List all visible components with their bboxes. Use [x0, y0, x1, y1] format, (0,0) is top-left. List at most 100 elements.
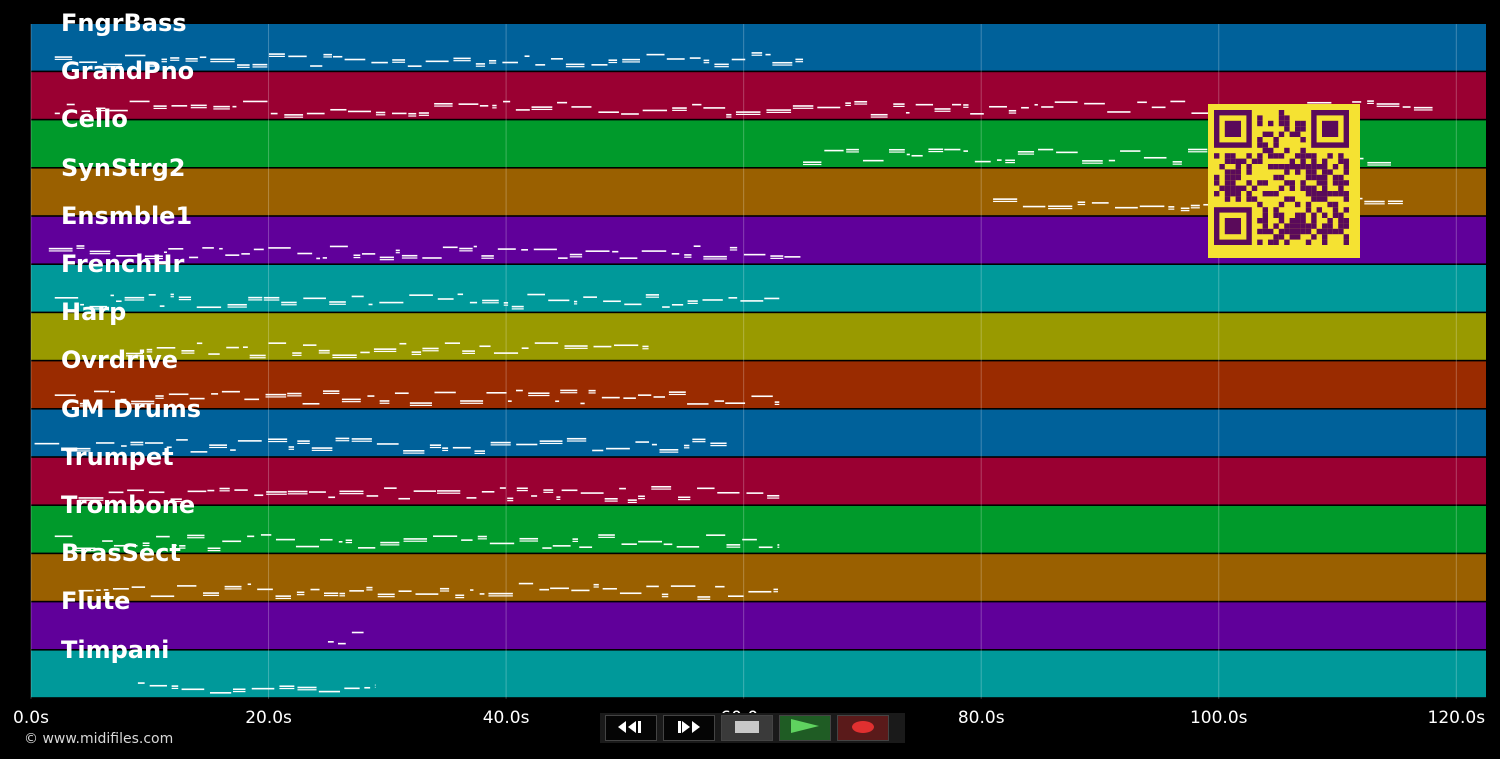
note-mark	[318, 690, 341, 693]
qr-module	[1214, 180, 1220, 186]
note-mark	[129, 100, 150, 103]
qr-module	[1338, 185, 1344, 191]
qr-module	[1284, 196, 1290, 202]
record-icon	[850, 719, 876, 738]
note-mark	[592, 449, 604, 452]
note-mark	[110, 294, 114, 297]
note-mark	[566, 437, 587, 440]
note-mark	[413, 490, 436, 492]
note-mark	[651, 485, 672, 488]
note-mark	[676, 546, 700, 548]
note-mark	[199, 56, 207, 59]
qr-module	[1332, 174, 1339, 181]
qr-module	[1338, 212, 1344, 218]
qr-module	[1295, 201, 1301, 208]
note-mark	[1017, 153, 1035, 155]
qr-module	[1322, 212, 1328, 218]
note-mark	[403, 450, 425, 452]
note-mark	[795, 61, 804, 63]
note-mark	[488, 595, 513, 597]
note-mark	[693, 245, 701, 247]
note-mark	[322, 257, 327, 259]
play-button[interactable]	[779, 715, 831, 741]
note-mark	[460, 400, 484, 402]
note-mark	[1082, 160, 1103, 162]
note-mark	[475, 65, 486, 67]
note-mark	[845, 104, 851, 107]
note-mark	[377, 596, 395, 598]
qr-module	[1289, 218, 1295, 224]
track-name-label: GrandPno	[61, 57, 195, 86]
qr-module	[1322, 234, 1328, 240]
note-mark	[156, 535, 170, 538]
note-mark	[345, 541, 353, 544]
note-mark	[974, 160, 991, 163]
fast-forward-button[interactable]	[663, 715, 715, 741]
stop-button[interactable]	[721, 715, 773, 741]
qr-module	[1257, 120, 1263, 127]
note-mark	[558, 257, 568, 259]
note-mark	[249, 354, 266, 357]
note-mark	[521, 347, 529, 349]
qr-module	[1230, 180, 1236, 186]
note-mark	[627, 501, 637, 504]
qr-module	[1262, 147, 1268, 154]
rewind-button[interactable]	[605, 715, 657, 741]
note-mark	[187, 537, 205, 539]
qr-module	[1289, 223, 1295, 229]
time-tick-label: 100.0s	[1189, 708, 1248, 728]
note-mark	[323, 56, 332, 58]
note-mark	[433, 535, 458, 538]
qr-module	[1214, 191, 1220, 197]
note-mark	[710, 445, 727, 447]
note-mark	[1352, 101, 1362, 103]
note-mark	[202, 247, 214, 249]
note-mark	[1137, 101, 1147, 104]
qr-module	[1219, 164, 1225, 170]
qr-module	[1327, 169, 1333, 175]
note-mark	[671, 303, 684, 306]
note-mark	[1190, 207, 1200, 209]
note-mark	[672, 109, 687, 111]
note-mark	[54, 535, 73, 538]
note-mark	[434, 105, 453, 107]
note-mark	[996, 159, 1002, 161]
qr-module	[1327, 218, 1333, 224]
qr-module	[1235, 169, 1241, 175]
note-mark	[588, 389, 596, 392]
note-mark	[518, 582, 534, 585]
note-mark	[627, 499, 637, 501]
note-mark	[248, 299, 263, 301]
note-mark	[572, 538, 579, 540]
note-mark	[585, 250, 610, 252]
qr-module	[1273, 207, 1279, 213]
note-mark	[542, 547, 552, 549]
note-mark	[252, 63, 268, 66]
note-mark	[683, 447, 690, 449]
qr-module	[1343, 169, 1349, 175]
note-mark	[124, 296, 145, 299]
copyright-text: © www.midifiles.com	[24, 731, 174, 747]
qr-module	[1327, 228, 1333, 235]
note-mark	[573, 303, 578, 305]
note-mark	[452, 446, 471, 449]
note-mark	[824, 149, 844, 152]
qr-module	[1322, 191, 1328, 197]
note-mark	[110, 391, 116, 393]
note-mark	[482, 299, 499, 302]
note-mark	[637, 394, 652, 396]
track-name-label: BrasSect	[61, 539, 181, 568]
note-mark	[196, 306, 222, 309]
note-mark	[717, 491, 740, 494]
qr-module	[1257, 228, 1263, 235]
note-mark	[1168, 208, 1175, 210]
note-mark	[539, 440, 563, 442]
qr-module	[1241, 185, 1247, 191]
note-mark	[535, 64, 546, 66]
note-mark	[479, 593, 485, 595]
record-button[interactable]	[837, 715, 889, 741]
note-mark	[507, 400, 512, 402]
note-mark	[171, 687, 179, 690]
track-name-label: FngrBass	[61, 9, 187, 37]
note-mark	[297, 440, 310, 442]
